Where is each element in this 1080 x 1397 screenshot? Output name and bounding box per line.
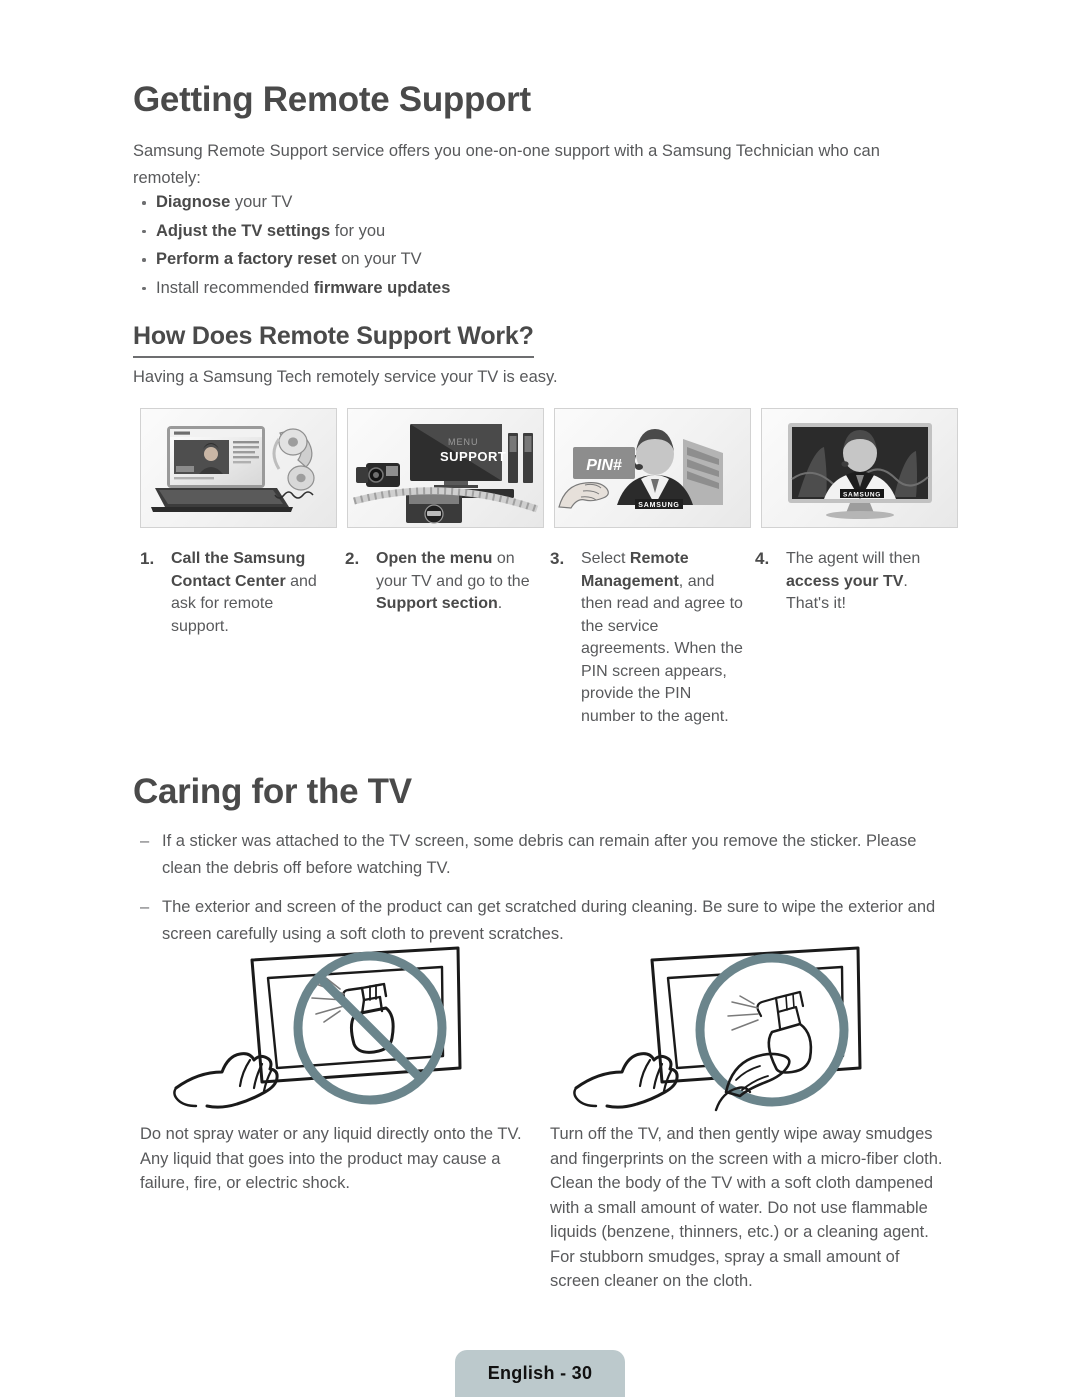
step-text: The agent will then access your TV. That…	[755, 548, 950, 616]
step-text: Open the menu on your TV and go to the S…	[345, 548, 540, 616]
no-spray-on-tv-illustration	[140, 940, 540, 1125]
remote-support-step-images: MENU SUPPORT SAMSUNG PIN# SAMSUNG	[140, 408, 958, 528]
tv-menu-support-illustration: MENU SUPPORT	[347, 408, 544, 528]
subsection-intro: Having a Samsung Tech remotely service y…	[133, 368, 558, 386]
bullet-rest: for you	[330, 221, 386, 240]
list-item: Install recommended firmware updates	[140, 274, 740, 303]
bullet-bold-lead: Adjust the TV settings	[156, 221, 331, 240]
care-caption: Turn off the TV, and then gently wipe aw…	[550, 1125, 943, 1290]
spray-on-cloth-illustration	[540, 940, 940, 1125]
step-bold-2: Support section	[376, 595, 498, 612]
list-item: If a sticker was attached to the TV scre…	[140, 828, 952, 882]
remote-support-step-captions: 1. Call the Samsung Contact Center and a…	[140, 548, 950, 728]
list-item: Perform a factory reset on your TV	[140, 245, 740, 274]
svg-text:SAMSUNG: SAMSUNG	[638, 502, 679, 509]
subsection-heading-how-does-remote-support-work: How Does Remote Support Work?	[133, 322, 534, 358]
laptop-phone-illustration	[140, 408, 337, 528]
step-text: Select Remote Management, and then read …	[550, 548, 745, 728]
page-number-label: English - 30	[487, 1363, 593, 1383]
svg-text:MENU: MENU	[448, 437, 479, 447]
list-item: Adjust the TV settings for you	[140, 217, 740, 246]
svg-text:SUPPORT: SUPPORT	[440, 449, 506, 464]
pin-card-agent-illustration: SAMSUNG PIN#	[554, 408, 751, 528]
list-item: Diagnose your TV	[140, 188, 740, 217]
document-page: Getting Remote Support Samsung Remote Su…	[0, 0, 1080, 1397]
step-number: 2.	[345, 549, 360, 568]
section-heading-caring-for-the-tv: Caring for the TV	[133, 772, 412, 811]
step-item-1: 1. Call the Samsung Contact Center and a…	[140, 548, 335, 728]
step-text: Call the Samsung Contact Center and ask …	[140, 548, 335, 638]
step-rest: , and then read and agree to the service…	[581, 572, 743, 725]
bullet-plain-lead: Install recommended	[156, 278, 314, 297]
bullet-rest: on your TV	[336, 250, 422, 268]
svg-text:PIN#: PIN#	[586, 457, 622, 474]
step-rest: .	[497, 595, 503, 612]
step-item-3: 3. Select Remote Management, and then re…	[550, 548, 745, 728]
page-footer-badge: English - 30	[455, 1350, 625, 1397]
bullet-bold-tail: firmware updates	[313, 278, 451, 297]
tv-care-captions: Do not spray water or any liquid directl…	[140, 1122, 950, 1294]
step-lead: The agent will then	[786, 550, 921, 567]
section-heading-getting-remote-support: Getting Remote Support	[133, 80, 531, 119]
intro-paragraph: Samsung Remote Support service offers yo…	[133, 142, 880, 187]
step-number: 1.	[140, 549, 155, 568]
remote-support-capability-list: Diagnose your TV Adjust the TV settings …	[140, 188, 740, 302]
step-item-4: 4. The agent will then access your TV. T…	[755, 548, 950, 728]
bullet-rest: your TV	[230, 193, 293, 211]
step-number: 4.	[755, 549, 770, 568]
tv-agent-illustration: SAMSUNG	[761, 408, 958, 528]
bullet-bold-lead: Diagnose	[156, 193, 231, 211]
bullet-bold-lead: Perform a factory reset	[156, 250, 337, 268]
step-bold: access your TV	[786, 572, 904, 590]
step-item-2: 2. Open the menu on your TV and go to th…	[345, 548, 540, 728]
care-caption: Do not spray water or any liquid directl…	[140, 1125, 522, 1192]
step-bold: Open the menu	[376, 550, 493, 567]
svg-text:SAMSUNG: SAMSUNG	[843, 492, 881, 499]
tv-care-illustrations	[140, 940, 940, 1125]
step-lead: Select	[581, 550, 630, 567]
step-number: 3.	[550, 549, 565, 568]
